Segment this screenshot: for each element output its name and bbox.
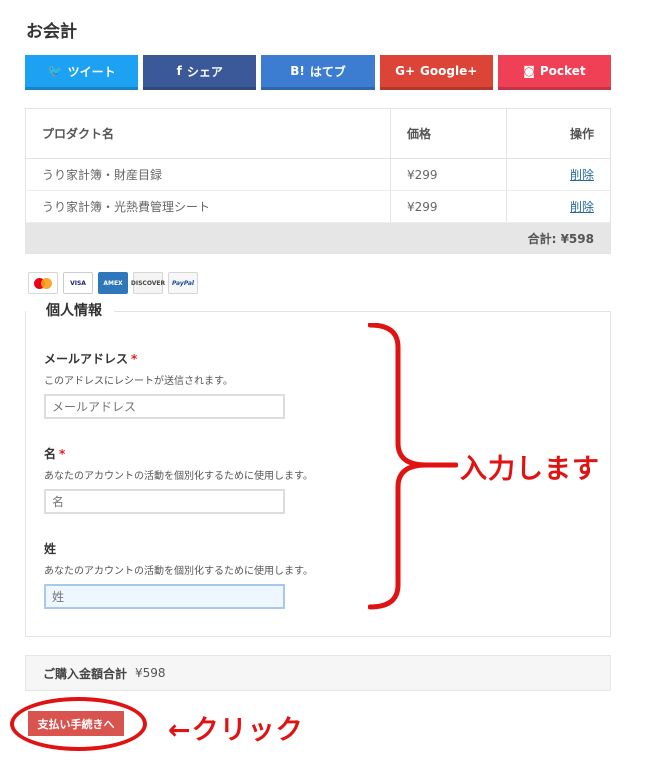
table-row: うり家計簿・財産目録 ¥299 削除 <box>25 158 611 191</box>
share-google-plus-label: Google+ <box>420 64 478 78</box>
first-name-label: 名 <box>44 447 57 461</box>
email-field[interactable] <box>44 394 285 419</box>
remove-item-link[interactable]: 削除 <box>570 200 594 214</box>
required-mark: * <box>59 447 66 461</box>
google-plus-icon: G+ <box>395 64 416 78</box>
cart-total-row: 合計: ¥598 <box>25 222 611 254</box>
discover-icon: DISCOVER <box>131 272 165 294</box>
share-pocket-label: Pocket <box>539 64 586 78</box>
annotation-circle <box>10 697 147 751</box>
amex-icon: AMEX <box>98 272 128 294</box>
pocket-icon: ◙ <box>523 64 535 78</box>
first-name-field-group: 名 * あなたのアカウントの活動を個別化するために使用します。 <box>44 445 313 514</box>
personal-info-legend: 個人情報 <box>40 300 108 320</box>
column-header-price: 価格 <box>390 108 507 159</box>
share-google-plus-button[interactable]: G+ Google+ <box>379 55 493 90</box>
last-name-field[interactable] <box>44 584 285 609</box>
summary-label: ご購入金額合計 <box>43 666 128 681</box>
share-bar: 🐦 ツイート f シェア B! はてブ G+ Google+ ◙ Pocket <box>25 55 612 90</box>
share-facebook-button[interactable]: f シェア <box>143 55 257 90</box>
email-field-group: メールアドレス * このアドレスにレシートが送信されます。 <box>44 350 285 419</box>
email-description: このアドレスにレシートが送信されます。 <box>44 376 233 387</box>
table-row: うり家計簿・光熱費管理シート ¥299 削除 <box>25 190 611 223</box>
share-twitter-label: ツイート <box>67 64 116 79</box>
share-hatena-button[interactable]: B! はてブ <box>261 55 375 90</box>
annotation-click-note: ←クリック <box>168 715 304 746</box>
required-mark: * <box>131 352 138 366</box>
annotation-brace <box>368 323 458 610</box>
first-name-description: あなたのアカウントの活動を個別化するために使用します。 <box>44 471 313 482</box>
cart-total: 合計: ¥598 <box>25 222 611 254</box>
last-name-label: 姓 <box>44 542 57 556</box>
share-hatena-label: はてブ <box>309 64 346 79</box>
visa-icon: VISA <box>63 272 93 294</box>
share-facebook-label: シェア <box>186 64 223 79</box>
twitter-icon: 🐦 <box>47 64 63 78</box>
last-name-description: あなたのアカウントの活動を個別化するために使用します。 <box>44 566 313 577</box>
page-title: お会計 <box>26 22 77 42</box>
last-name-field-group: 姓 あなたのアカウントの活動を個別化するために使用します。 <box>44 540 313 609</box>
cart-header-row: プロダクト名 価格 操作 <box>25 108 611 159</box>
summary-amount: ¥598 <box>135 666 166 680</box>
paypal-icon: PayPal <box>168 272 198 294</box>
payment-cards: VISA AMEX DISCOVER PayPal <box>28 272 198 294</box>
remove-item-link[interactable]: 削除 <box>570 168 594 182</box>
annotation-input-note: 入力します <box>460 454 600 485</box>
facebook-icon: f <box>176 64 182 78</box>
order-summary: ご購入金額合計 ¥598 <box>25 655 611 691</box>
cart-table: プロダクト名 価格 操作 うり家計簿・財産目録 ¥299 削除 うり家計簿・光熱… <box>25 108 611 254</box>
product-price: ¥299 <box>390 190 507 223</box>
product-name: うり家計簿・光熱費管理シート <box>25 190 391 223</box>
share-twitter-button[interactable]: 🐦 ツイート <box>25 55 139 90</box>
product-price: ¥299 <box>390 158 507 191</box>
product-name: うり家計簿・財産目録 <box>25 158 391 191</box>
mastercard-icon <box>28 272 58 294</box>
column-header-product: プロダクト名 <box>25 108 391 159</box>
share-pocket-button[interactable]: ◙ Pocket <box>497 55 612 90</box>
column-header-action: 操作 <box>506 108 611 159</box>
hatena-icon: B! <box>290 64 305 78</box>
email-label: メールアドレス <box>44 352 129 366</box>
first-name-field[interactable] <box>44 489 285 514</box>
